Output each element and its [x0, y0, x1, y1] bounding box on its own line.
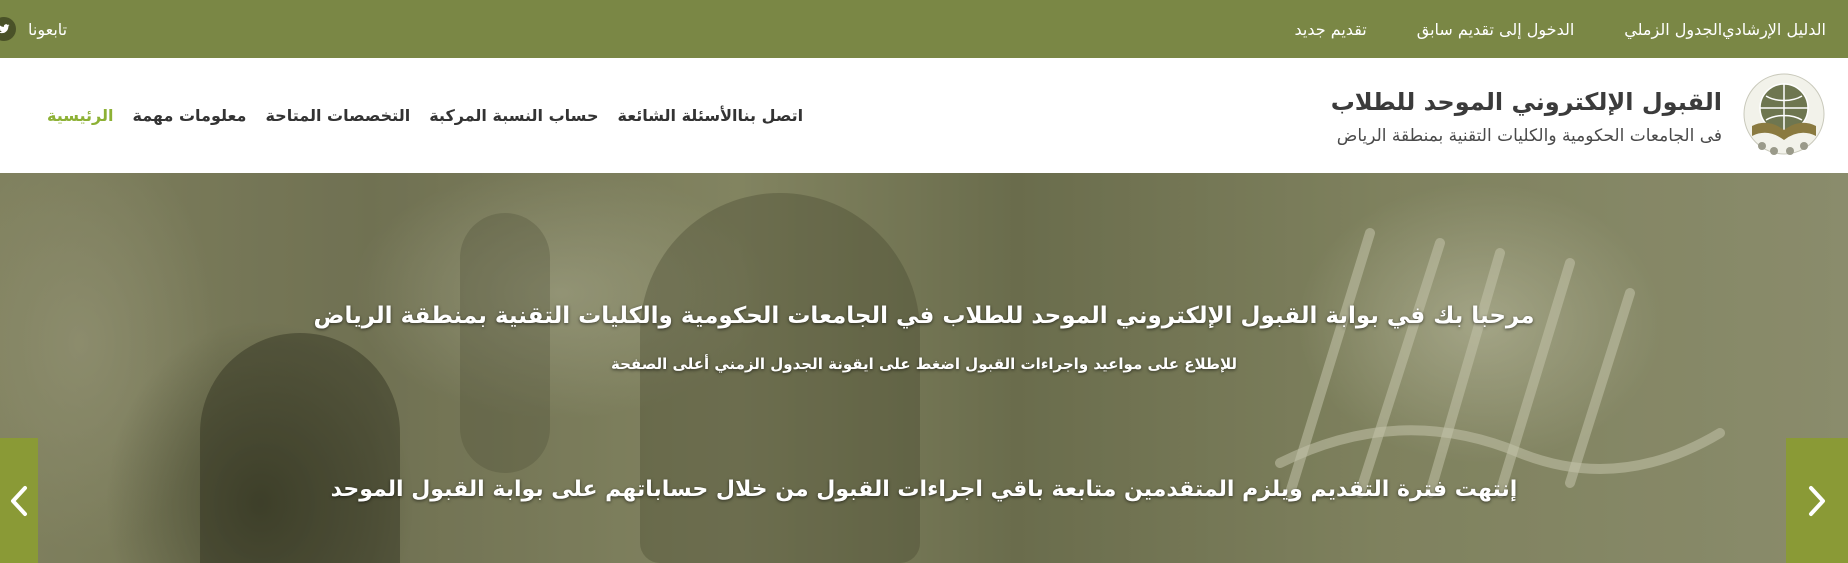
- hero-timeline-hint: للإطلاع على مواعيد واجراءات القبول اضغط …: [610, 355, 1238, 373]
- nav-item-contact[interactable]: اتصل بنا: [738, 106, 804, 125]
- nav-item-available-majors[interactable]: التخصصات المتاحة: [265, 106, 410, 125]
- top-nav-item-timeline[interactable]: الجدول الزملي: [1624, 20, 1722, 39]
- globe-book-logo[interactable]: [1738, 70, 1830, 162]
- twitter-icon[interactable]: [0, 17, 16, 41]
- main-nav: الرئيسية معلومات مهمة التخصصات المتاحة ح…: [28, 58, 803, 173]
- slider-prev-button[interactable]: [0, 438, 38, 563]
- top-nav-item-new-application[interactable]: تقديم جديد: [1294, 20, 1366, 39]
- nav-item-important-info[interactable]: معلومات مهمة: [133, 106, 247, 125]
- site-header: القبول الإلكتروني الموحد للطلاب فى الجام…: [0, 58, 1848, 173]
- nav-item-home[interactable]: الرئيسية: [47, 106, 114, 125]
- top-nav-item-guide[interactable]: الدليل الإرشادي: [1722, 20, 1826, 39]
- slider-next-button[interactable]: [1786, 438, 1848, 563]
- hero-slider: مرحبا بك في بوابة القبول الإلكتروني المو…: [0, 173, 1848, 563]
- hero-welcome-text: مرحبا بك في بوابة القبول الإلكتروني المو…: [313, 303, 1535, 329]
- brand[interactable]: القبول الإلكتروني الموحد للطلاب فى الجام…: [1331, 66, 1830, 166]
- follow-label[interactable]: تابعونا: [28, 20, 67, 39]
- nav-item-faq[interactable]: الأسئلة الشائعة: [618, 106, 738, 125]
- top-nav-item-login-previous[interactable]: الدخول إلى تقديم سابق: [1417, 20, 1575, 39]
- top-bar: تابعونا تقديم جديد الدخول إلى تقديم سابق…: [0, 0, 1848, 58]
- brand-title: القبول الإلكتروني الموحد للطلاب: [1330, 88, 1722, 116]
- hero-notice: إنتهت فترة التقديم ويلزم المتقدمين متابع…: [330, 477, 1518, 502]
- brand-subtitle: فى الجامعات الحكومية والكليات التقنية بم…: [1336, 126, 1722, 146]
- follow-us[interactable]: تابعونا: [0, 0, 67, 58]
- top-nav: تقديم جديد الدخول إلى تقديم سابق الجدول …: [1244, 0, 1826, 58]
- nav-item-composite-score[interactable]: حساب النسبة المركبة: [429, 106, 598, 125]
- chevron-right-icon: [1809, 485, 1825, 516]
- chevron-left-icon: [11, 485, 27, 516]
